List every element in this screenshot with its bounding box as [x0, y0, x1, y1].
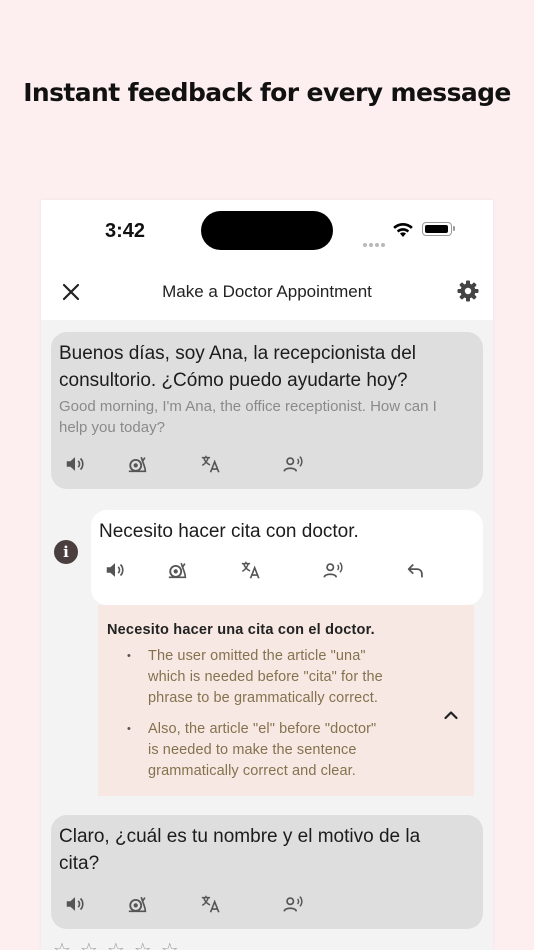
message-text: Buenos días, soy Ana, la recepcionista d…	[59, 340, 479, 394]
cellular-signal-icon	[363, 234, 387, 247]
translation-line: help you today?	[59, 419, 165, 436]
assistant-message-bubble: Buenos días, soy Ana, la recepcionista d…	[51, 332, 483, 489]
battery-icon	[422, 222, 455, 236]
slow-speech-icon[interactable]	[167, 559, 189, 581]
wifi-icon	[392, 221, 414, 243]
message-text-line: Buenos días, soy Ana, la recepcionista d…	[59, 343, 417, 364]
feedback-point-line: grammatically correct and clear.	[148, 763, 356, 779]
feedback-point: Also, the article "el" before "doctor" i…	[120, 719, 410, 782]
message-text-line: consultorio. ¿Cómo puedo ayudarte hoy?	[59, 370, 408, 391]
dynamic-island	[201, 211, 333, 250]
message-text: Necesito hacer cita con doctor.	[99, 521, 359, 542]
user-message-bubble: Necesito hacer cita con doctor.	[91, 510, 483, 605]
undo-icon[interactable]	[405, 559, 427, 581]
page-title: Make a Doctor Appointment	[162, 282, 372, 301]
feedback-point: The user omitted the article "una" which…	[120, 646, 410, 709]
translate-icon[interactable]	[200, 453, 222, 475]
grammar-feedback-panel: Necesito hacer una cita con el doctor. T…	[98, 605, 474, 796]
slow-speech-icon[interactable]	[127, 893, 149, 915]
message-text: Claro, ¿cuál es tu nombre y el motivo de…	[59, 823, 479, 877]
feedback-point-line: is needed to make the sentence	[148, 742, 357, 758]
info-icon[interactable]: i	[54, 540, 78, 564]
voice-practice-icon[interactable]	[282, 453, 304, 475]
phone-screen: 3:42 Make a Doctor Appointment Buenos dí…	[41, 200, 493, 950]
corrected-sentence: Necesito hacer una cita con el doctor.	[107, 622, 375, 638]
message-text-line: cita?	[59, 853, 100, 874]
translate-icon[interactable]	[240, 559, 262, 581]
status-time: 3:42	[105, 220, 146, 242]
feedback-point-line: Also, the article "el" before "doctor"	[148, 721, 377, 737]
app-bar: Make a Doctor Appointment	[41, 262, 493, 320]
voice-practice-icon[interactable]	[322, 559, 344, 581]
star-rating[interactable]: ☆☆☆☆☆	[53, 938, 203, 950]
message-text-line: Claro, ¿cuál es tu nombre y el motivo de…	[59, 826, 421, 847]
assistant-message-bubble: Claro, ¿cuál es tu nombre y el motivo de…	[51, 815, 483, 929]
status-bar: 3:42	[41, 200, 493, 262]
headline: Instant feedback for every message	[23, 78, 511, 107]
gear-icon[interactable]	[456, 279, 480, 303]
speaker-icon[interactable]	[64, 893, 86, 915]
feedback-point-line: The user omitted the article "una"	[148, 648, 366, 664]
feedback-points: The user omitted the article "una" which…	[120, 646, 410, 792]
feedback-point-line: which is needed before "cita" for the	[148, 669, 383, 685]
speaker-icon[interactable]	[64, 453, 86, 475]
translate-icon[interactable]	[200, 893, 222, 915]
slow-speech-icon[interactable]	[127, 453, 149, 475]
voice-practice-icon[interactable]	[282, 893, 304, 915]
translation-line: Good morning, I'm Ana, the office recept…	[59, 398, 437, 415]
message-translation: Good morning, I'm Ana, the office recept…	[59, 396, 479, 438]
chevron-up-icon[interactable]	[443, 708, 459, 720]
feedback-point-line: phrase to be grammatically correct.	[148, 690, 378, 706]
speaker-icon[interactable]	[104, 559, 126, 581]
